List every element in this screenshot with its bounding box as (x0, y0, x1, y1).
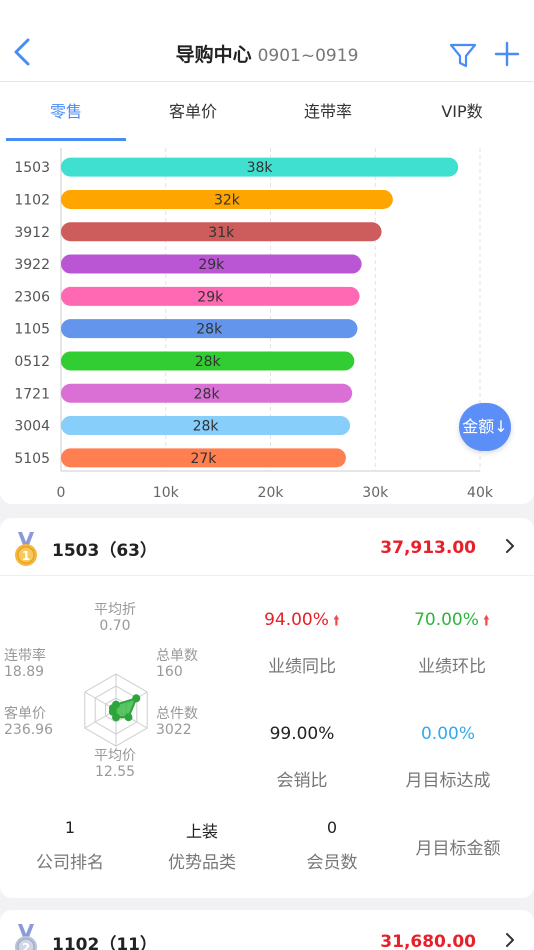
store-name: 1503（63） (52, 541, 157, 561)
y-category-label: 5105 (14, 451, 50, 467)
bar-data-label: 29k (197, 289, 224, 305)
x-tick-label: 20k (258, 485, 285, 501)
y-category-label: 0512 (14, 354, 50, 370)
radar-point (124, 713, 133, 722)
header: 导购中心 0901~0919 (0, 0, 534, 82)
medal-rank: 1 (22, 549, 30, 563)
radar-label-attach-rate: 连带率 18.89 (4, 648, 46, 680)
radar-label-total-orders: 总单数 160 (156, 648, 198, 680)
chevron-right-icon (506, 539, 514, 553)
metric-mom: 70.00% 🠙 业绩环比 (382, 610, 522, 677)
company-rank: 1 公司排名 (10, 818, 130, 873)
date-range: 0901~0919 (257, 46, 359, 66)
radar-label-avg-discount: 平均折 0.70 (94, 602, 136, 634)
chevron-right-icon (506, 933, 514, 947)
monthly-target-amount-label: 月目标金额 (415, 839, 501, 859)
store-rank-card: 1 1503（63） 37,913.00 平均折 0.70 总单数 160 总件数 3… (0, 518, 534, 898)
up-arrow-icon: 🠙 (332, 613, 340, 629)
metric-member-sales-label: 会销比 (276, 771, 328, 791)
bar-chart: 0 10k 20k 30k 40k 1503 38k 1102 32k 3912 31k 3922 29… (14, 148, 494, 501)
top-category: 上装 优势品类 (142, 818, 262, 873)
bar-data-label: 32k (214, 192, 241, 208)
medal-rank-2: 2 (22, 941, 30, 950)
metric-mom-value: 70.00% 🠙 (414, 610, 490, 630)
radar-label-avg-price: 平均价 12.55 (94, 748, 136, 780)
up-arrow-icon: 🠙 (482, 613, 490, 629)
tab-vip[interactable]: VIP数 (402, 82, 522, 142)
active-tab-indicator (6, 138, 126, 141)
radar-chart: 平均折 0.70 总单数 160 总件数 3022 平均价 12.55 客单价 236.9… (0, 598, 240, 798)
silver-medal-icon: 2 (15, 924, 37, 950)
filter-icon[interactable] (448, 40, 478, 70)
y-category-label: 2306 (14, 289, 50, 305)
store-amount-2: 31,680.00 (380, 932, 476, 950)
metric-monthly-target-value: 0.00% (420, 724, 475, 744)
store-rank-card-2[interactable]: 2 1102（11） 31,680.00 (0, 910, 534, 950)
metric-member-sales-value: 99.00% (269, 724, 335, 744)
tab-retail[interactable]: 零售 (6, 82, 126, 142)
company-rank-value: 1 (64, 818, 76, 837)
sort-amount-button[interactable]: 金额↓ (459, 403, 511, 451)
company-rank-label: 公司排名 (36, 853, 104, 873)
tab-attach-rate[interactable]: 连带率 (268, 82, 388, 142)
bar-data-label: 29k (198, 257, 225, 273)
bar-data-label: 27k (190, 451, 217, 467)
x-tick-label: 30k (362, 485, 389, 501)
metric-yoy: 94.00% 🠙 业绩同比 (232, 610, 372, 677)
x-tick-label: 40k (467, 485, 494, 501)
member-count-value: 0 (326, 818, 338, 837)
bar-data-label: 38k (247, 160, 274, 176)
chart-card: 0 10k 20k 30k 40k 1503 38k 1102 32k 3912 31k 3922 29… (0, 142, 534, 504)
radar-point (108, 704, 117, 713)
plus-icon[interactable] (494, 40, 520, 68)
bar-data-label: 31k (208, 225, 235, 241)
store-amount: 37,913.00 (380, 538, 476, 558)
bar-data-label: 28k (193, 419, 220, 435)
title-text: 导购中心 (175, 44, 252, 66)
tab-bar: 零售 客单价 连带率 VIP数 (0, 82, 534, 142)
top-category-label: 优势品类 (168, 853, 236, 873)
metric-yoy-value: 94.00% 🠙 (264, 610, 340, 630)
monthly-target-amount: 月目标金额 (394, 834, 522, 859)
top-category-value: 上装 (185, 822, 218, 841)
metric-yoy-label: 业绩同比 (268, 657, 336, 677)
store-card-header[interactable]: 1 1503（63） 37,913.00 (0, 518, 534, 576)
gold-medal-icon: 1 (15, 532, 37, 566)
member-count-label: 会员数 (306, 853, 358, 873)
metric-mom-label: 业绩环比 (418, 657, 486, 677)
metric-monthly-target-label: 月目标达成 (405, 771, 491, 791)
bar-data-label: 28k (194, 386, 221, 402)
y-category-label: 3004 (14, 419, 50, 435)
bar-data-label: 28k (195, 354, 222, 370)
radar-label-total-items: 总件数 3022 (156, 706, 198, 738)
tab-avg-order[interactable]: 客单价 (133, 82, 253, 142)
store-name-2: 1102（11） (52, 935, 157, 950)
y-category-label: 1102 (14, 192, 50, 208)
y-category-label: 1503 (14, 160, 50, 176)
y-category-label: 1105 (14, 322, 50, 338)
radar-label-avg-ticket: 客单价 236.96 (4, 706, 53, 738)
x-tick-label: 10k (153, 485, 180, 501)
y-category-label: 3922 (14, 257, 50, 273)
radar-point (132, 694, 141, 703)
x-tick-label: 0 (57, 485, 66, 501)
metric-monthly-target: 0.00% 月目标达成 (378, 724, 518, 791)
y-category-label: 3912 (14, 225, 50, 241)
metric-member-sales: 99.00% 会销比 (232, 724, 372, 791)
y-category-label: 1721 (14, 386, 50, 402)
member-count: 0 会员数 (272, 818, 392, 873)
bar-data-label: 28k (196, 322, 223, 338)
